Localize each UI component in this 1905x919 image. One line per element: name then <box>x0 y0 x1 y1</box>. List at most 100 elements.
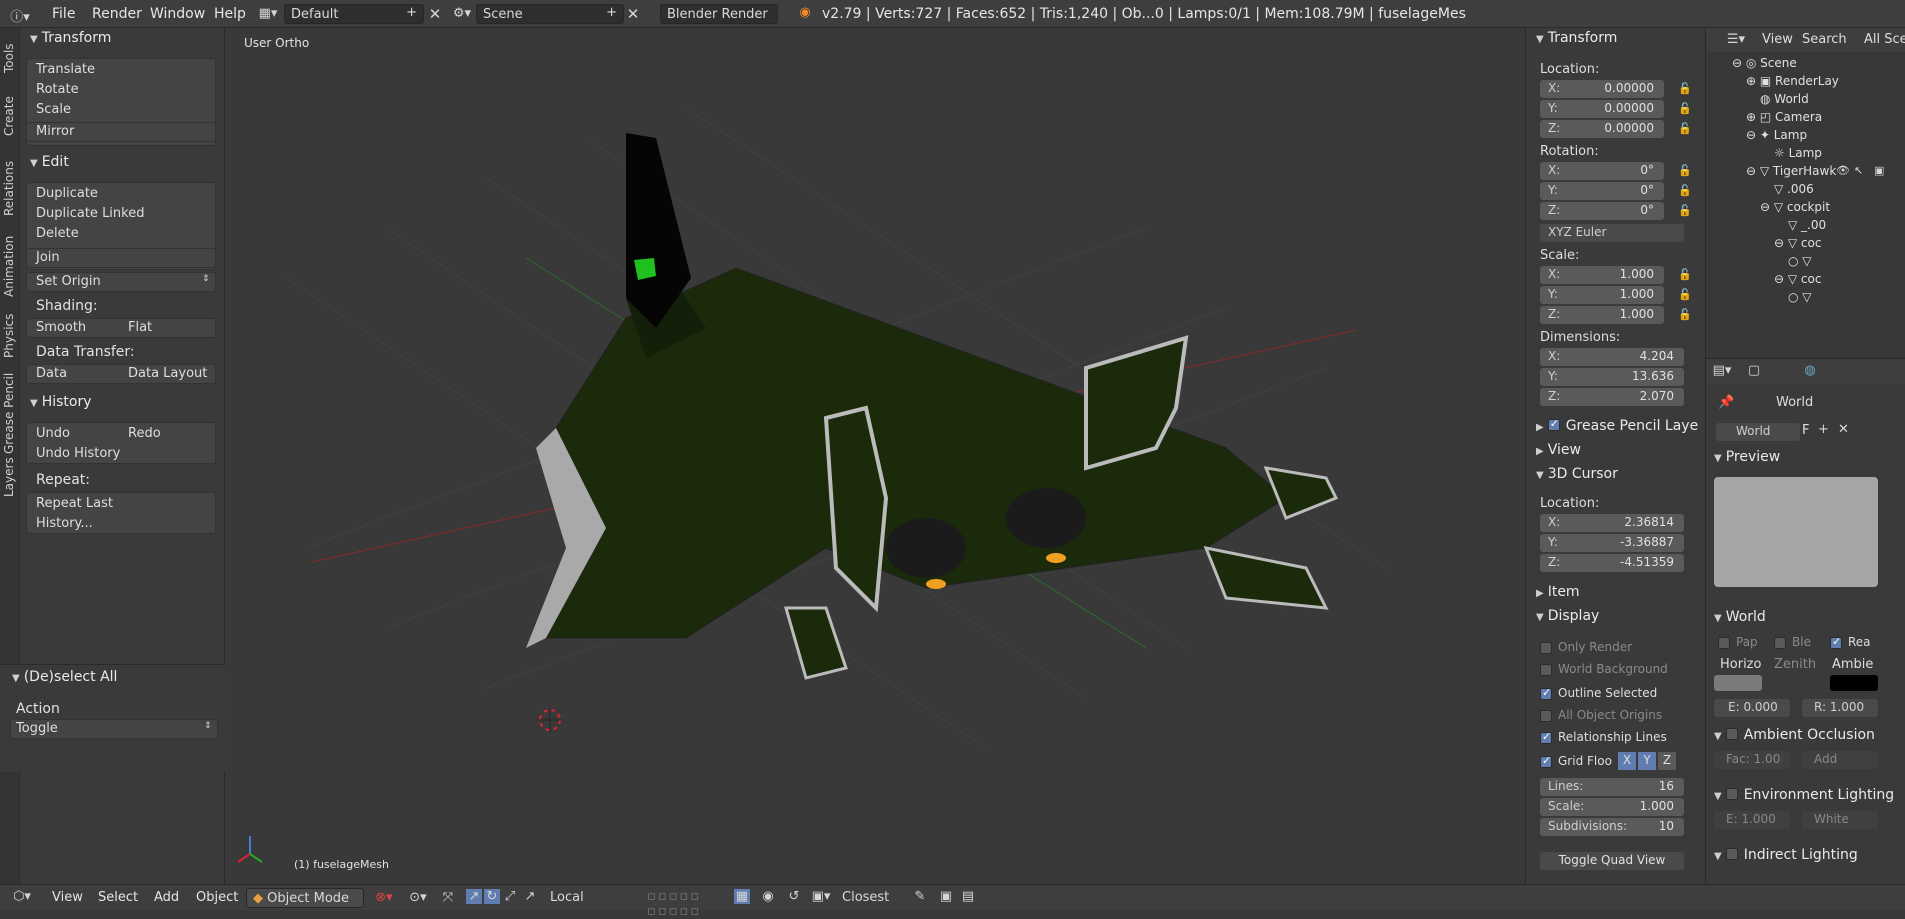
rotate-manipulator-icon[interactable]: ↻ <box>484 889 500 904</box>
env-energy-field[interactable]: E: 1.000 <box>1714 811 1790 829</box>
location-y-field[interactable]: Y: 0.00000 <box>1540 100 1664 118</box>
transform-orientation-icon[interactable]: ↗ <box>522 889 538 904</box>
outliner-row-coc-2[interactable]: ⊖ ▽ coc <box>1774 272 1821 286</box>
viewport-shading-icon[interactable]: ⊗▾ <box>374 890 394 905</box>
preview-panel-header[interactable]: ▼ Preview <box>1714 449 1780 465</box>
menu-select[interactable]: Select <box>98 890 138 905</box>
ao-blend-dropdown[interactable]: Add <box>1802 751 1878 769</box>
axis-x-toggle[interactable]: X <box>1618 752 1636 770</box>
cursor-x-field[interactable]: X: 2.36814 <box>1540 514 1684 532</box>
horizon-color-swatch[interactable] <box>1714 675 1762 691</box>
unlink-world-icon[interactable]: ✕ <box>1838 422 1849 437</box>
ambient-occlusion-header[interactable]: ▼ Ambient Occlusion <box>1714 727 1875 743</box>
camera-render-icon[interactable]: ▣ <box>1874 164 1884 177</box>
env-color-dropdown[interactable]: White <box>1802 811 1878 829</box>
rotation-x-field[interactable]: X: 0° <box>1540 162 1664 180</box>
add-layout-icon[interactable]: + <box>406 5 417 20</box>
blend-sky-checkbox[interactable] <box>1774 637 1786 649</box>
world-tab-icon[interactable]: ◍ <box>1802 363 1818 378</box>
environment-lighting-checkbox[interactable] <box>1725 788 1738 800</box>
proportional-edit-icon[interactable]: ◉ <box>760 889 776 904</box>
outliner-row-renderlayers[interactable]: ⊕ ▣ RenderLay <box>1746 74 1839 88</box>
environment-lighting-header[interactable]: ▼ Environment Lighting <box>1714 787 1894 803</box>
tab-physics[interactable]: Physics <box>2 308 18 364</box>
scale-y-field[interactable]: Y: 1.000 <box>1540 286 1664 304</box>
outliner-row-coc-1[interactable]: ⊖ ▽ coc <box>1774 236 1821 250</box>
duplicate-button[interactable]: Duplicate <box>36 186 98 201</box>
scene-icon[interactable]: ⚙▾ <box>452 6 472 21</box>
ao-factor-field[interactable]: Fac: 1.00 <box>1714 751 1790 769</box>
menu-object[interactable]: Object <box>196 890 238 905</box>
3d-viewport[interactable]: User Ortho (1) fuselageMesh <box>226 28 1525 884</box>
render-engine-dropdown[interactable]: Blender Render <box>660 4 778 24</box>
undo-button[interactable]: Undo <box>36 426 70 441</box>
tab-tools[interactable]: Tools <box>2 36 18 80</box>
flat-button[interactable]: Flat <box>128 320 152 335</box>
properties-editor-icon[interactable]: ▤▾ <box>1712 363 1732 378</box>
all-object-origins-checkbox[interactable] <box>1540 710 1552 722</box>
relationship-lines-checkbox[interactable] <box>1540 730 1552 744</box>
grid-subdivisions-field[interactable]: Subdivisions: 10 <box>1540 818 1684 836</box>
grid-floor-checkbox[interactable] <box>1540 754 1552 768</box>
translate-manipulator-icon[interactable]: ↗ <box>466 889 482 904</box>
snap-element-icon[interactable]: ▣▾ <box>810 889 832 904</box>
outliner-row-tigerhawk[interactable]: ⊖ ▽ TigerHawk <box>1746 164 1836 178</box>
interaction-mode-dropdown[interactable]: ◆ Object Mode <box>246 888 364 908</box>
menu-help[interactable]: Help <box>214 6 246 22</box>
mirror-button[interactable]: Mirror <box>36 124 74 139</box>
redo-button[interactable]: Redo <box>128 426 161 441</box>
edit-panel-header[interactable]: ▼ Edit <box>30 154 69 170</box>
tab-create[interactable]: Create <box>2 84 18 148</box>
pivot-point-icon[interactable]: ⊙▾ <box>408 890 428 905</box>
outliner-row-coc-1-mesh[interactable]: ○ ▽ <box>1788 254 1812 268</box>
lock-icon[interactable]: 🔓 <box>1678 268 1692 282</box>
lock-icon[interactable]: 🔓 <box>1678 102 1692 116</box>
lock-icon[interactable]: 🔓 <box>1678 184 1692 198</box>
render-viewport-icon[interactable]: ▤ <box>960 889 976 904</box>
scale-z-field[interactable]: Z: 1.000 <box>1540 306 1664 324</box>
paper-sky-checkbox[interactable] <box>1718 637 1730 649</box>
lock-icon[interactable]: 🔓 <box>1678 288 1692 302</box>
join-button[interactable]: Join <box>36 250 60 265</box>
scale-x-field[interactable]: X: 1.000 <box>1540 266 1664 284</box>
scale-button[interactable]: Scale <box>36 102 71 117</box>
menu-render[interactable]: Render <box>92 6 142 22</box>
outliner-all-scenes[interactable]: All Sce <box>1864 32 1905 47</box>
grease-pencil-header[interactable]: ▶Grease Pencil Laye <box>1536 417 1698 434</box>
location-z-field[interactable]: Z: 0.00000 <box>1540 120 1664 138</box>
layers-grid-icon[interactable]: ▫▫▫▫▫ ▫▫▫▫▫ <box>624 889 724 919</box>
close-scene-icon[interactable]: ✕ <box>626 5 640 23</box>
undo-history-button[interactable]: Undo History <box>36 446 120 461</box>
outliner-row-scene[interactable]: ⊖ ◎ Scene <box>1732 56 1797 70</box>
snap-toggle-icon[interactable]: ↺ <box>786 889 802 904</box>
zenith-color-swatch[interactable] <box>1768 675 1816 691</box>
pin-icon[interactable]: 📌 <box>1718 395 1734 410</box>
outliner-row-mesh-00[interactable]: ▽ _.00 <box>1788 218 1826 232</box>
toggle-quad-view-button[interactable]: Toggle Quad View <box>1540 852 1684 870</box>
add-scene-icon[interactable]: + <box>606 5 617 20</box>
real-sky-checkbox[interactable] <box>1830 635 1842 649</box>
duplicate-linked-button[interactable]: Duplicate Linked <box>36 206 144 221</box>
outliner-row-mesh-006[interactable]: ▽ .006 <box>1774 182 1814 196</box>
manipulator-toggle-icon[interactable]: ⤧ <box>440 890 456 905</box>
transform-properties-header[interactable]: ▼ Transform <box>1536 30 1617 46</box>
indirect-lighting-header[interactable]: ▼ Indirect Lighting <box>1714 847 1858 863</box>
outliner-editor-icon[interactable]: ☰▾ <box>1726 32 1746 47</box>
ambient-occlusion-checkbox[interactable] <box>1725 728 1738 740</box>
smooth-button[interactable]: Smooth <box>36 320 86 335</box>
item-panel-header[interactable]: ▶ Item <box>1536 584 1580 600</box>
eye-icon[interactable]: 👁 <box>1836 164 1850 177</box>
outliner-row-world[interactable]: ◍ World <box>1760 92 1809 106</box>
menu-window[interactable]: Window <box>150 6 205 22</box>
render-animation-icon[interactable]: ▣ <box>938 889 954 904</box>
range-field[interactable]: R: 1.000 <box>1802 699 1878 717</box>
editor-type-icon[interactable]: ⬡▾ <box>10 889 34 904</box>
ambient-color-swatch[interactable] <box>1830 675 1878 691</box>
repeat-last-button[interactable]: Repeat Last <box>36 496 113 511</box>
outliner-row-camera[interactable]: ⊕ ◰ Camera <box>1746 110 1822 124</box>
history-button[interactable]: History... <box>36 516 93 531</box>
menu-view[interactable]: View <box>52 890 83 905</box>
rotation-z-field[interactable]: Z: 0° <box>1540 202 1664 220</box>
cursor-icon[interactable]: ↖ <box>1854 164 1863 177</box>
3d-cursor-header[interactable]: ▼ 3D Cursor <box>1536 466 1618 482</box>
